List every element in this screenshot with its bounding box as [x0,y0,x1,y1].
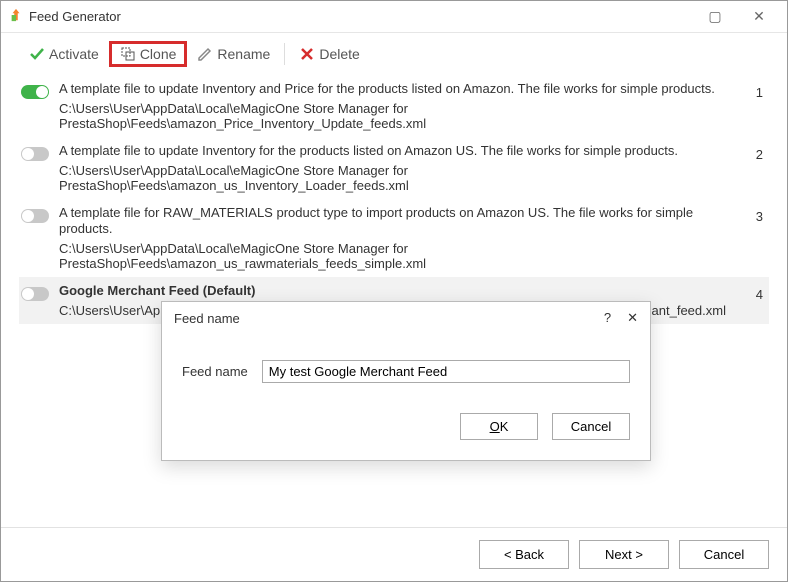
maximize-button[interactable]: ▢ [695,5,735,29]
toolbar-separator [284,43,285,65]
delete-button[interactable]: Delete [289,42,369,66]
pencil-icon [197,46,213,62]
wizard-footer: < Back Next > Cancel [1,527,787,581]
dialog-cancel-button[interactable]: Cancel [552,413,630,440]
feed-description: A template file to update Inventory for … [59,143,746,159]
feed-index: 2 [756,143,767,162]
cancel-button[interactable]: Cancel [679,540,769,569]
toggle-switch[interactable] [21,85,49,99]
clone-icon [120,46,136,62]
list-item[interactable]: A template file to update Inventory and … [19,75,769,137]
dialog-title: Feed name [174,311,240,326]
close-button[interactable]: ✕ [739,5,779,29]
check-icon [29,46,45,62]
toggle-switch[interactable] [21,147,49,161]
titlebar: Feed Generator ▢ ✕ [1,1,787,33]
list-item[interactable]: A template file to update Inventory for … [19,137,769,199]
dialog-close-button[interactable]: ✕ [627,310,638,326]
feed-name-dialog: Feed name ? ✕ Feed name OK Cancel [161,301,651,461]
feed-path: C:\Users\User\AppData\Local\eMagicOne St… [59,241,746,271]
back-button[interactable]: < Back [479,540,569,569]
feed-description: A template file for RAW_MATERIALS produc… [59,205,746,237]
next-button[interactable]: Next > [579,540,669,569]
toggle-switch[interactable] [21,287,49,301]
clone-button[interactable]: Clone [109,41,188,67]
feed-index: 4 [756,283,767,302]
rename-button[interactable]: Rename [187,42,280,66]
toolbar: Activate Clone Rename Delete [1,33,787,75]
delete-icon [299,46,315,62]
help-button[interactable]: ? [604,310,611,326]
feed-index: 3 [756,205,767,224]
app-icon [9,8,23,25]
feed-name-label: Feed name [182,364,248,379]
ok-button[interactable]: OK [460,413,538,440]
window-title: Feed Generator [29,9,121,24]
feed-description: Google Merchant Feed (Default) [59,283,746,299]
activate-button[interactable]: Activate [19,42,109,66]
feed-path: C:\Users\User\AppData\Local\eMagicOne St… [59,163,746,193]
feed-generator-window: Feed Generator ▢ ✕ Activate Clone Rename… [0,0,788,582]
list-item[interactable]: A template file for RAW_MATERIALS produc… [19,199,769,277]
feed-path: C:\Users\User\AppData\Local\eMagicOne St… [59,101,746,131]
feed-index: 1 [756,81,767,100]
feed-description: A template file to update Inventory and … [59,81,746,97]
feed-name-input[interactable] [262,360,630,383]
toggle-switch[interactable] [21,209,49,223]
